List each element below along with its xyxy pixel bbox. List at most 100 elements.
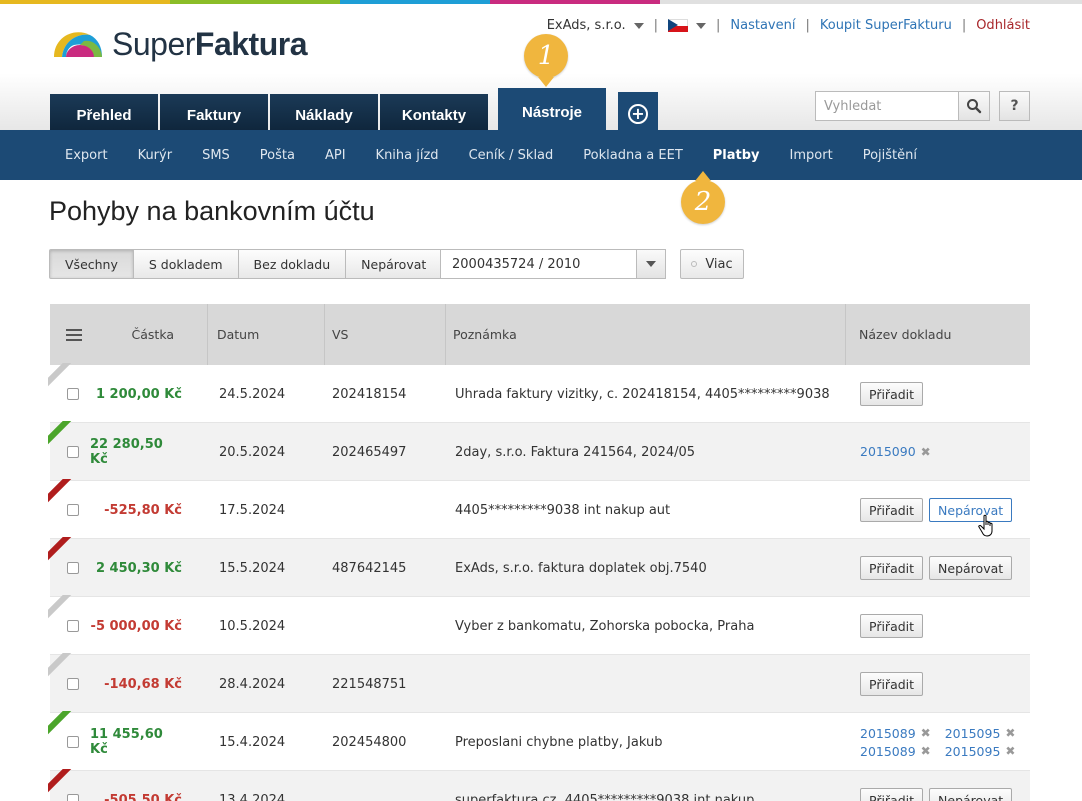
remove-icon[interactable]: ✖ (1005, 744, 1015, 758)
table-row[interactable]: -505,50 Kč 13.4.2024 superfaktura.cz, 4405… (48, 769, 1030, 801)
table-row[interactable]: 1 200,00 Kč 24.5.2024 202418154 Uhrada fakt… (48, 363, 1030, 423)
header-amount[interactable]: Částka (90, 304, 174, 365)
amount: -505,50 Kč (104, 792, 182, 801)
page-title: Pohyby na bankovním účtu (49, 196, 375, 226)
doc-link[interactable]: 2015090 ✖ (860, 444, 931, 459)
table-row[interactable]: -525,80 Kč 17.5.2024 4405*********9038 int… (48, 479, 1030, 539)
note: ExAds, s.r.o. faktura doplatek obj.7540 (455, 560, 707, 576)
amount: -525,80 Kč (104, 502, 182, 518)
search-button[interactable] (959, 91, 990, 121)
buy-link[interactable]: Koupit SuperFakturu (820, 18, 952, 33)
row-checkbox[interactable] (67, 678, 79, 690)
assign-button[interactable]: Přiřadit (860, 788, 924, 801)
assign-button[interactable]: Přiřadit (860, 672, 924, 696)
doc-link[interactable]: 2015095 ✖ (945, 744, 1016, 759)
doc-link[interactable]: 2015089 ✖ (860, 726, 931, 741)
subnav-item-platby[interactable]: Platby (698, 148, 775, 163)
filter-all-button[interactable]: Všechny (49, 249, 134, 279)
assign-button[interactable]: Přiřadit (860, 614, 924, 638)
subnav-item-import[interactable]: Import (775, 148, 848, 163)
tools-subnav: Export Kurýr SMS Pošta API Kniha jízd Ce… (0, 130, 1082, 180)
doc-cell: Přiřadit (860, 655, 929, 713)
remove-icon[interactable]: ✖ (1005, 726, 1015, 740)
amount: 22 280,50 Kč (90, 437, 163, 467)
subnav-item-cenik-sklad[interactable]: Ceník / Sklad (454, 148, 569, 163)
note: 2day, s.r.o. Faktura 241564, 2024/05 (455, 444, 696, 460)
filter-no-pair-button[interactable]: Nepárovat (346, 249, 443, 279)
table-row[interactable]: 22 280,50 Kč 20.5.2024 202465497 2day, s.r.… (48, 421, 1030, 481)
table-row[interactable]: -5 000,00 Kč 10.5.2024 Vyber z bankomatu, … (48, 595, 1030, 655)
subnav-item-sms[interactable]: SMS (187, 148, 245, 163)
account-select-value: 2000435724 / 2010 (452, 256, 581, 272)
header-date[interactable]: Datum (217, 304, 259, 365)
note: Vyber z bankomatu, Zohorska pobocka, Pra… (455, 618, 755, 634)
tab-nastroje[interactable]: Nástroje (498, 88, 606, 136)
filter-with-doc-button[interactable]: S dokladem (133, 249, 239, 279)
row-checkbox[interactable] (67, 794, 79, 801)
column-menu[interactable] (66, 304, 86, 365)
subnav-item-export[interactable]: Export (50, 148, 123, 163)
linked-docs: 2015090 ✖ (860, 444, 945, 460)
filter-button-group: Všechny S dokladem Bez dokladu Nepárovat (49, 249, 443, 279)
remove-icon[interactable]: ✖ (921, 726, 931, 740)
subnav-item-kniha-jizd[interactable]: Kniha jízd (361, 148, 454, 163)
account-select[interactable]: 2000435724 / 2010 (440, 249, 666, 279)
subnav-item-pokladna-eet[interactable]: Pokladna a EET (568, 148, 698, 163)
note: Preposlani chybne platby, Jakub (455, 734, 663, 750)
row-checkbox[interactable] (67, 562, 79, 574)
no-pair-button[interactable]: Nepárovat (929, 788, 1013, 801)
table-row[interactable]: 2 450,30 Kč 15.5.2024 487642145 ExAds, s.r.… (48, 537, 1030, 597)
radio-dot-icon (691, 261, 698, 267)
no-pair-button[interactable]: Nepárovat (929, 556, 1013, 580)
variable-symbol: 202454800 (332, 734, 407, 750)
no-pair-button[interactable]: Nepárovat (929, 498, 1013, 522)
tab-label: Faktury (186, 106, 242, 124)
search-input[interactable] (815, 91, 959, 121)
header-vs[interactable]: VS (332, 304, 349, 365)
subnav-item-api[interactable]: API (310, 148, 361, 163)
assign-button[interactable]: Přiřadit (860, 498, 924, 522)
assign-button[interactable]: Přiřadit (860, 556, 924, 580)
filter-without-doc-button[interactable]: Bez dokladu (238, 249, 347, 279)
language-switcher[interactable] (668, 18, 706, 33)
amount: 2 450,30 Kč (95, 560, 182, 576)
more-button[interactable]: Viac (680, 249, 744, 279)
subnav-item-kuryr[interactable]: Kurýr (123, 148, 188, 163)
row-checkbox[interactable] (67, 446, 79, 458)
logout-link[interactable]: Odhlásit (976, 18, 1030, 33)
separator: | (716, 18, 721, 33)
doc-number: 2015095 (944, 725, 1001, 741)
doc-link[interactable]: 2015089 ✖ (860, 744, 931, 759)
assign-button[interactable]: Přiřadit (860, 382, 924, 406)
table-body: 1 200,00 Kč 24.5.2024 202418154 Uhrada fakt… (48, 363, 1030, 801)
row-checkbox[interactable] (67, 504, 79, 516)
account-select-arrow[interactable] (636, 250, 665, 278)
note: Uhrada faktury vizitky, c. 202418154, 44… (455, 386, 830, 402)
subnav-item-pojisteni[interactable]: Pojištění (848, 148, 932, 163)
settings-link[interactable]: Nastavení (730, 18, 795, 33)
amount: -5 000,00 Kč (90, 618, 182, 634)
payments-table: Částka Datum VS Poznámka Název dokladu 1… (48, 304, 1030, 801)
logo[interactable]: SuperFaktura (50, 24, 307, 64)
doc-link[interactable]: 2015095 ✖ (945, 726, 1016, 741)
date: 24.5.2024 (219, 386, 286, 402)
doc-cell: Přiřadit (860, 597, 929, 655)
row-checkbox[interactable] (67, 736, 79, 748)
header-doc[interactable]: Název dokladu (859, 304, 951, 365)
search-box (815, 91, 990, 121)
subnav-item-posta[interactable]: Pošta (245, 148, 310, 163)
remove-icon[interactable]: ✖ (921, 445, 931, 459)
doc-cell: Přiřadit Nepárovat (860, 771, 1018, 801)
help-button[interactable]: ? (999, 91, 1030, 121)
linked-docs: 2015089 ✖ 2015095 ✖ 2015089 ✖ 2015095 ✖ (860, 726, 1029, 759)
company-switcher[interactable]: ExAds, s.r.o. (547, 18, 644, 33)
remove-icon[interactable]: ✖ (921, 744, 931, 758)
header-note[interactable]: Poznámka (453, 304, 517, 365)
tab-label: Nástroje (521, 103, 583, 121)
table-row[interactable]: 11 455,60 Kč 15.4.2024 202454800 Preposlani… (48, 711, 1030, 771)
table-row[interactable]: -140,68 Kč 28.4.2024 221548751 Přiřadit (48, 653, 1030, 713)
row-checkbox[interactable] (67, 620, 79, 632)
table-header: Částka Datum VS Poznámka Název dokladu (50, 304, 1030, 365)
row-checkbox[interactable] (67, 388, 79, 400)
date: 13.4.2024 (219, 792, 286, 801)
